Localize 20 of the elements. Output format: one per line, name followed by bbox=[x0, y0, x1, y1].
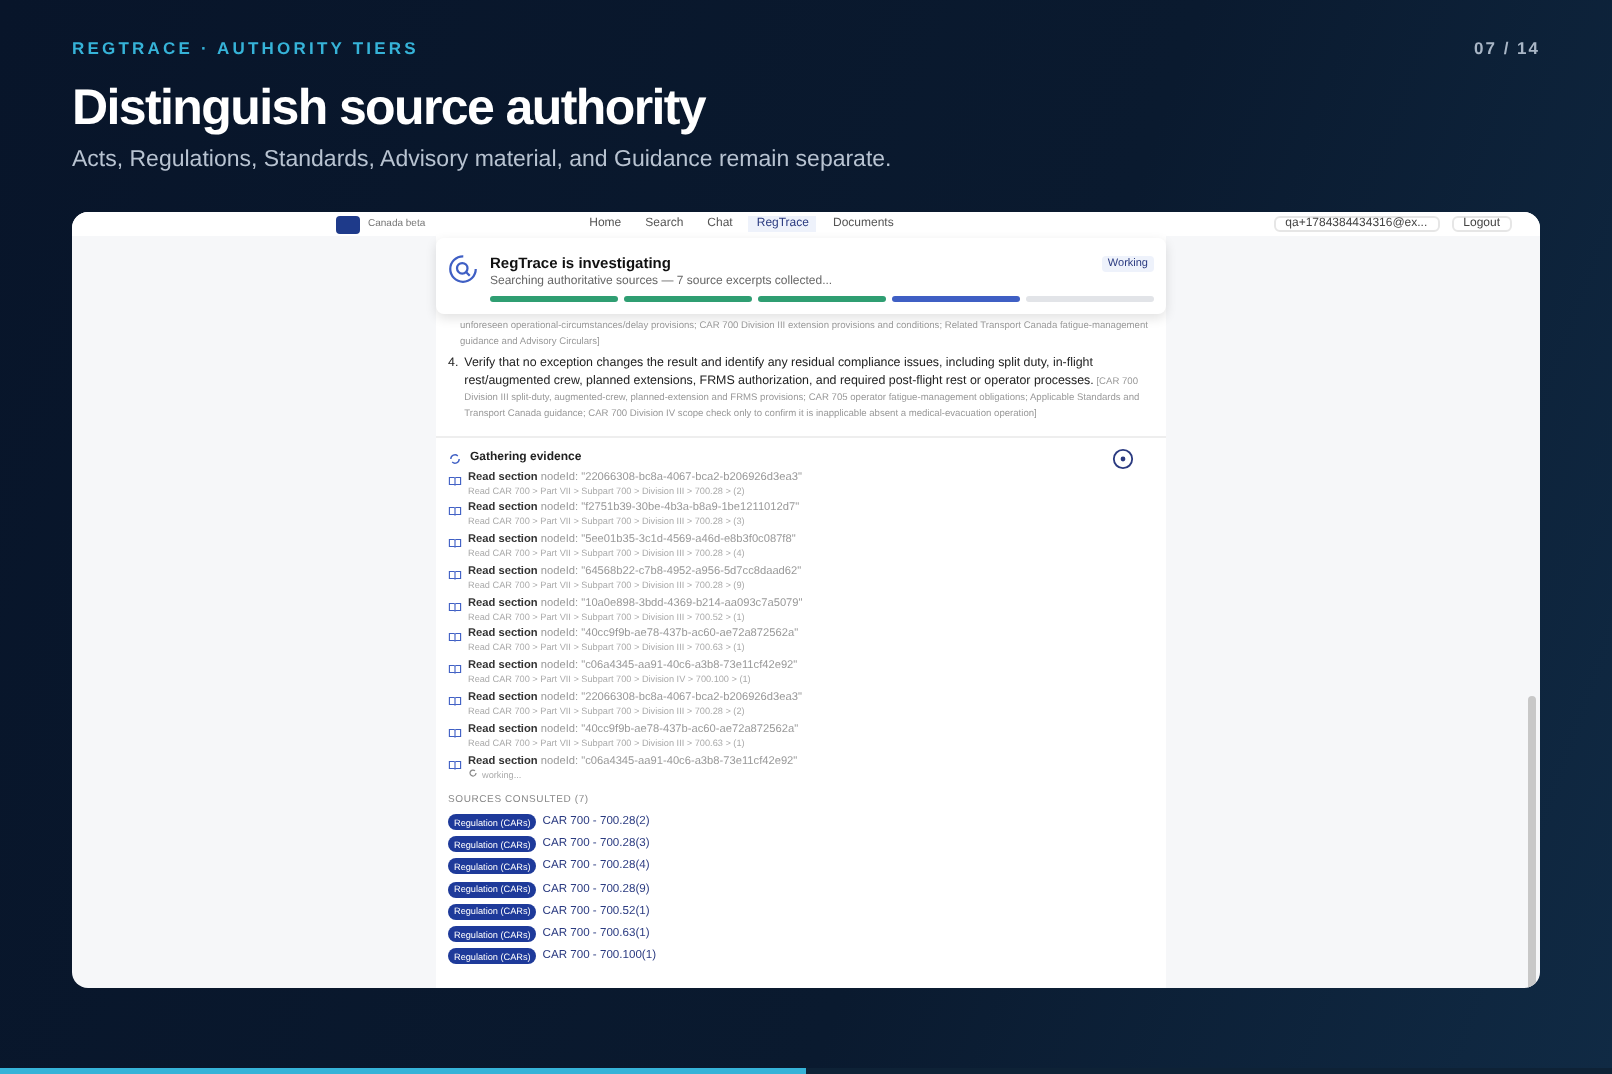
book-icon bbox=[448, 536, 462, 551]
book-icon bbox=[448, 694, 462, 709]
book-icon bbox=[448, 725, 462, 740]
slide-title: Distinguish source authority bbox=[72, 78, 708, 138]
book-icon bbox=[448, 757, 462, 772]
slide-subtitle: Acts, Regulations, Standards, Advisory material, and Guidance remain separate. bbox=[72, 148, 894, 172]
refresh-icon bbox=[448, 451, 462, 465]
search-icon bbox=[448, 254, 478, 284]
book-icon bbox=[448, 599, 462, 614]
book-icon bbox=[448, 504, 462, 519]
book-icon bbox=[448, 630, 462, 645]
book-icon bbox=[448, 662, 462, 677]
book-icon bbox=[448, 473, 462, 487]
scrollbar[interactable] bbox=[1528, 696, 1536, 988]
book-icon bbox=[448, 567, 462, 582]
slide-counter: 07 / 14 bbox=[1474, 38, 1540, 58]
logo-icon bbox=[336, 215, 360, 233]
stop-icon[interactable] bbox=[1112, 447, 1134, 469]
spinner-icon bbox=[468, 768, 478, 779]
slide-kicker: REGTRACE · AUTHORITY TIERS bbox=[72, 38, 419, 58]
